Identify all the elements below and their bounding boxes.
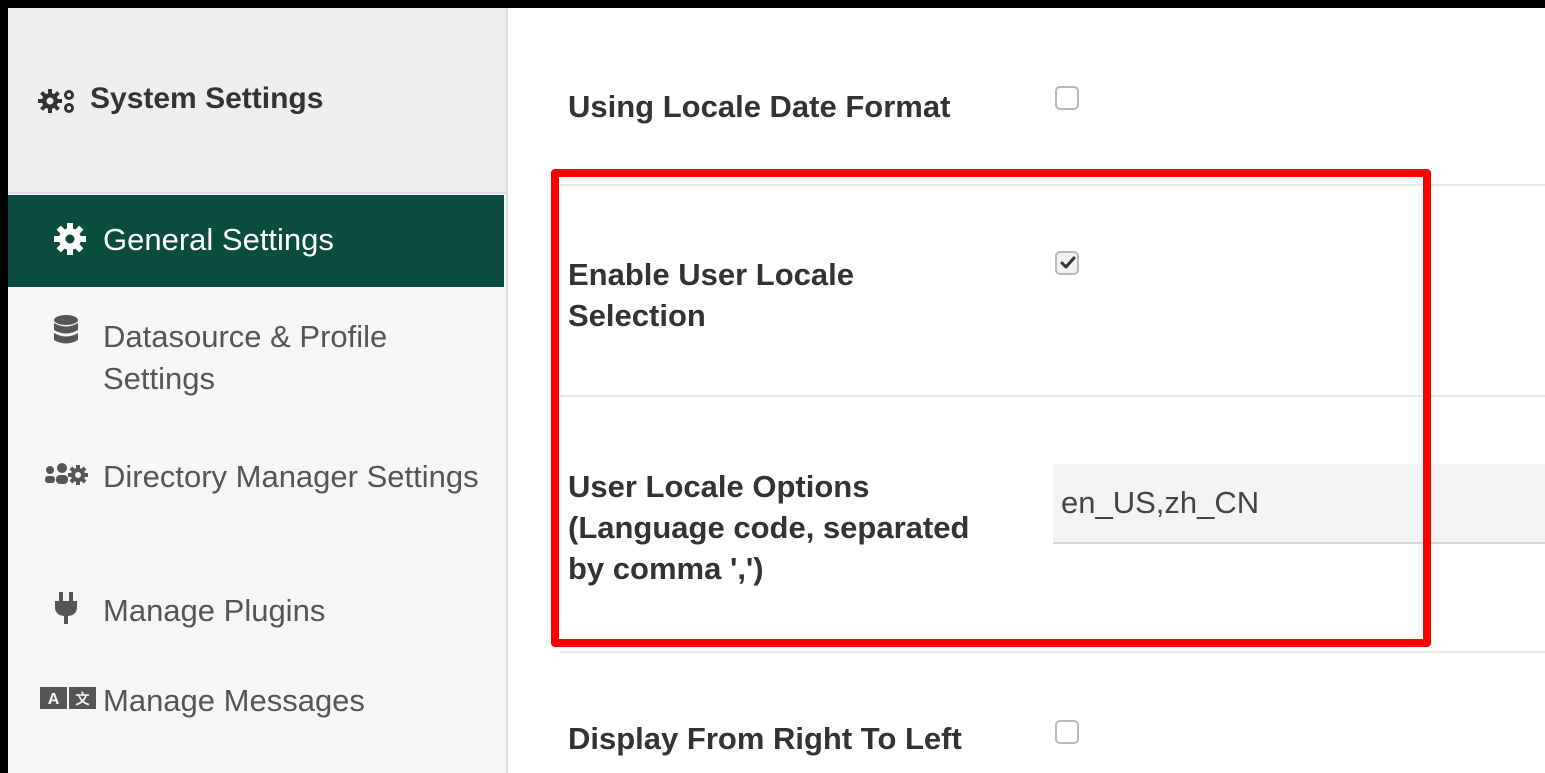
sidebar-item-manage-messages[interactable]: A 文 Manage Messages (8, 676, 504, 726)
check-icon (1059, 254, 1077, 272)
window-frame: System Settings General Settings Datasou… (0, 0, 1545, 773)
svg-text:文: 文 (76, 691, 91, 708)
sidebar-item-general-settings[interactable]: General Settings (8, 195, 504, 287)
cogs-icon (38, 88, 88, 114)
sidebar-item-label: Manage Messages (103, 683, 365, 718)
sidebar-header: System Settings (8, 8, 506, 194)
enable-user-locale-selection-checkbox[interactable] (1055, 251, 1079, 275)
sidebar-item-label: Manage Plugins (103, 593, 326, 628)
display-right-to-left-checkbox[interactable] (1055, 720, 1079, 744)
database-icon (52, 314, 98, 350)
user-locale-options-input[interactable] (1053, 464, 1545, 544)
sidebar-item-label: Datasource & Profile Settings (103, 319, 388, 396)
user-locale-options-label: User Locale Options (Language code, sepa… (568, 469, 970, 586)
enable-user-locale-selection-label: Enable User Locale Selection (568, 257, 855, 333)
using-locale-date-format-checkbox[interactable] (1055, 86, 1079, 110)
display-right-to-left-label: Display From Right To Left (568, 721, 962, 756)
row-divider (560, 651, 1545, 653)
svg-text:A: A (48, 691, 60, 708)
sidebar-item-label: Directory Manager Settings (103, 459, 479, 494)
sidebar-item-manage-plugins[interactable]: Manage Plugins (8, 586, 504, 636)
row-divider (560, 395, 1545, 397)
sidebar: System Settings General Settings Datasou… (8, 8, 508, 773)
language-icon: A 文 (40, 684, 96, 720)
users-cog-icon (42, 458, 88, 494)
sidebar-item-label: General Settings (103, 222, 334, 257)
settings-panel: Using Locale Date Format Enable User Loc… (508, 8, 1545, 773)
sidebar-item-directory-manager-settings[interactable]: Directory Manager Settings (8, 450, 504, 550)
gear-icon (52, 221, 98, 257)
sidebar-title: System Settings (90, 82, 324, 115)
row-divider (560, 184, 1545, 186)
sidebar-item-datasource-profile-settings[interactable]: Datasource & Profile Settings (8, 308, 504, 418)
plug-icon (52, 590, 98, 626)
using-locale-date-format-label: Using Locale Date Format (568, 89, 951, 124)
